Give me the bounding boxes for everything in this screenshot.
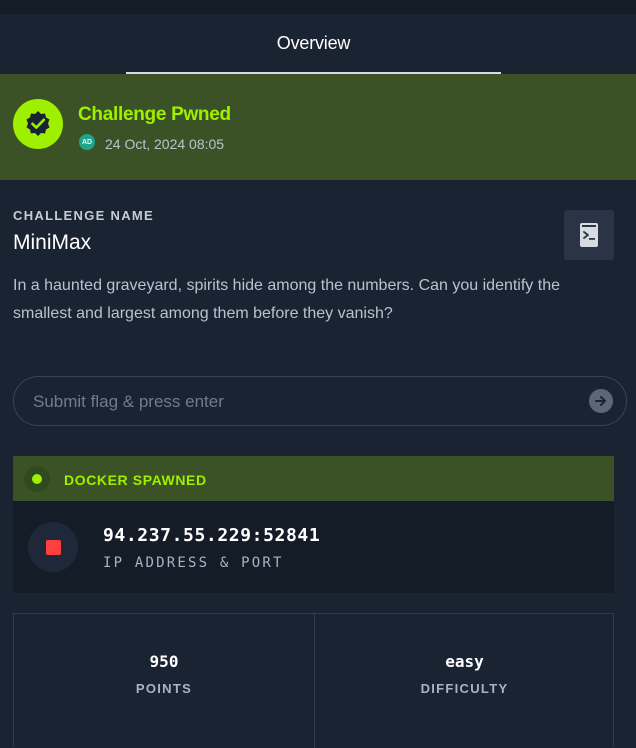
pwned-title: Challenge Pwned [78, 104, 231, 125]
docker-status-bar: DOCKER SPAWNED [13, 456, 614, 501]
docker-status-label: DOCKER SPAWNED [64, 472, 207, 488]
top-strip [0, 0, 636, 14]
tab-bar: Overview [0, 14, 636, 74]
challenge-name: MiniMax [13, 231, 92, 254]
flag-input[interactable] [33, 389, 573, 415]
docker-instance-panel: 94.237.55.229:52841 IP ADDRESS & PORT [13, 501, 614, 593]
terminal-icon [580, 223, 598, 247]
flag-submit-field[interactable] [13, 376, 627, 426]
points-value: 950 [149, 652, 179, 671]
points-stat: 950 POINTS [14, 614, 315, 748]
difficulty-value: easy [445, 652, 484, 671]
difficulty-stat: easy DIFFICULTY [315, 614, 614, 748]
challenge-pwned-banner: Challenge Pwned AD 24 Oct, 2024 08:05 [0, 74, 636, 180]
challenge-description: In a haunted graveyard, spirits hide amo… [13, 277, 560, 322]
challenge-name-label: CHALLENGE NAME [13, 208, 154, 223]
status-dot-icon [32, 474, 42, 484]
terminal-button[interactable] [564, 210, 614, 260]
stop-instance-button[interactable] [28, 522, 78, 572]
ip-address[interactable]: 94.237.55.229:52841 [103, 525, 320, 546]
challenge-stats: 950 POINTS easy DIFFICULTY [13, 613, 614, 748]
arrow-right-icon [595, 396, 606, 406]
points-label: POINTS [135, 681, 193, 696]
docker-status-indicator [24, 466, 50, 492]
pwned-date: 24 Oct, 2024 08:05 [105, 136, 225, 152]
difficulty-label: DIFFICULTY [420, 681, 509, 696]
verified-badge-icon [13, 99, 63, 149]
submit-flag-button[interactable] [589, 389, 613, 413]
tab-overview[interactable]: Overview [126, 14, 501, 74]
stop-icon [45, 539, 61, 555]
avatar[interactable]: AD [79, 134, 95, 150]
ip-address-label: IP ADDRESS & PORT [103, 555, 284, 571]
